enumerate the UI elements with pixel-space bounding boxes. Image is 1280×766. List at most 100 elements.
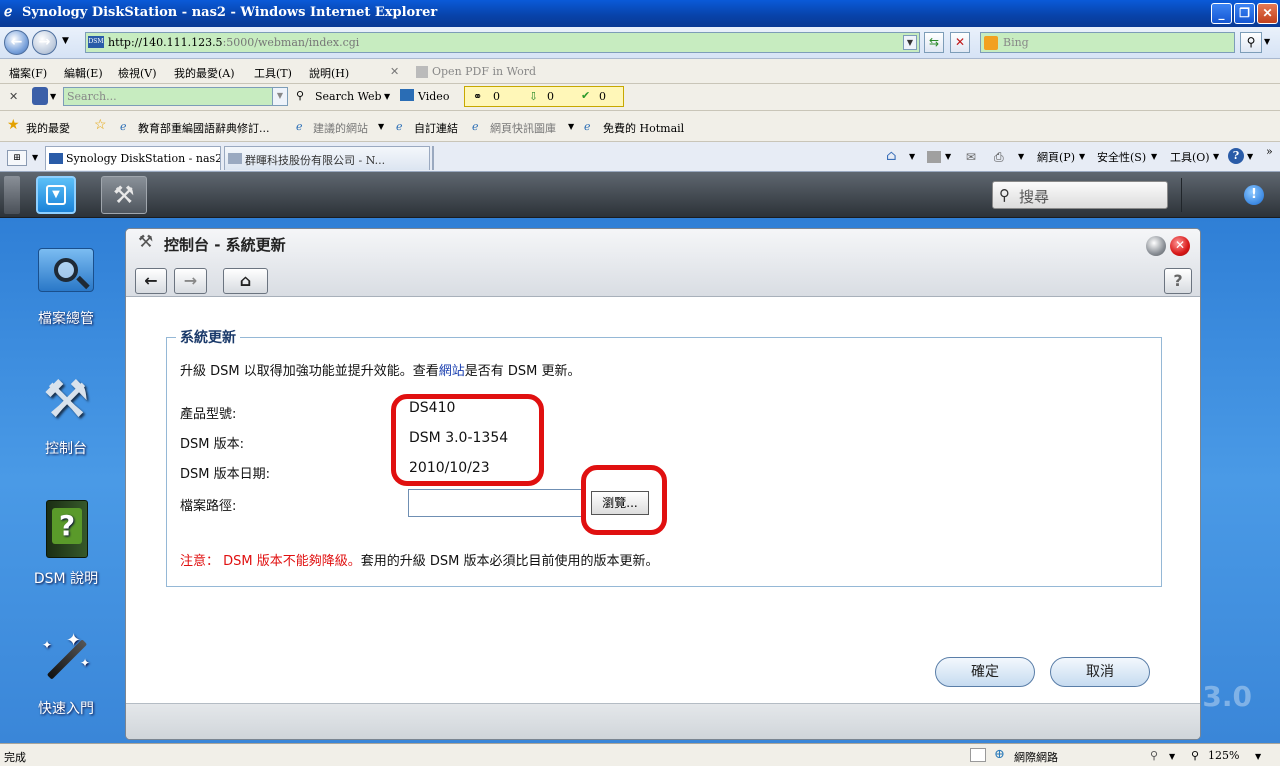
url-input[interactable]: DSM http://140.111.123.5:5000/webman/ind… [85,32,920,53]
help-icon: ? [1173,271,1183,290]
mail-icon[interactable]: ✉ [966,150,976,164]
menu-view[interactable]: 檢視(V) [118,65,157,81]
close-window-button[interactable]: ✕ [1257,3,1278,24]
search-web-dropdown-icon[interactable]: ▼ [384,92,390,101]
menu-file[interactable]: 檔案(F) [9,65,47,81]
tools-menu-dropdown-icon[interactable]: ▼ [1213,152,1219,161]
favorite-link-dictionary[interactable]: 教育部重編國語辭典修訂... [138,120,270,136]
url-dropdown-icon[interactable]: ▼ [903,35,917,50]
new-tab-button[interactable] [432,146,434,170]
rss-dropdown-icon[interactable]: ▼ [945,152,951,161]
tab-list-dropdown-icon[interactable]: ▼ [32,153,38,162]
search-icon: ⚲ [999,186,1010,204]
search-web-icon: ⚲ [296,89,305,102]
add-favorite-icon[interactable]: ☆ [94,117,107,133]
rss-feed-icon[interactable] [927,151,941,163]
search-icon[interactable]: ⚲ [1240,32,1262,53]
desktop-icon-control-panel[interactable]: ⚒ 控制台 [20,370,112,458]
close-toolbar-icon[interactable]: ✕ [9,90,18,103]
ok-button[interactable]: 確定 [935,657,1035,687]
help-icon[interactable]: ? [1228,148,1244,164]
menu-edit[interactable]: 編輯(E) [64,65,103,81]
stop-button[interactable]: ✕ [950,32,970,53]
taskbar-control-panel-button[interactable]: ⚒ [101,176,147,214]
close-window-button[interactable]: ✕ [1170,236,1190,256]
pdf-icon [416,66,428,78]
page-menu[interactable]: 網頁(P) [1037,149,1075,165]
status-text: 完成 [4,751,26,764]
file-browser-icon [36,240,96,300]
minimize-window-button[interactable] [1146,236,1166,256]
desktop-icon-quick-start[interactable]: ✦ ✦ ✦ 快速入門 [20,630,112,718]
toolbar-logo-icon[interactable] [32,87,48,105]
tools-icon: ⚒ [113,181,135,209]
quick-tabs-icon[interactable]: ⊞ [7,150,27,166]
window-title: Synology DiskStation - nas2 - Windows In… [22,5,438,20]
web-search-input[interactable]: Bing [980,32,1235,53]
favorite-link-hotmail[interactable]: 免費的 Hotmail [603,120,684,136]
toolbar-search-input[interactable]: Search... ▼ [63,87,288,106]
help-dropdown-icon[interactable]: ▼ [1247,152,1253,161]
counter-widget[interactable]: ⚭ 0 ⇩ 0 ✔ 0 [464,86,624,107]
home-icon[interactable]: ⌂ [886,148,897,164]
favorites-button[interactable]: 我的最愛 [26,120,70,136]
maximize-button[interactable]: ❐ [1234,3,1255,24]
tab-synology-diskstation[interactable]: Synology DiskStation - nas2 [45,146,221,170]
menu-help[interactable]: 說明(H) [309,65,349,81]
help-book-icon: ? [36,500,96,560]
desktop-icon-file-browser[interactable]: 檔案總管 [20,240,112,328]
print-dropdown-icon[interactable]: ▼ [1018,152,1024,161]
webslice-dropdown-icon[interactable]: ▼ [568,122,574,131]
favorite-link-suggested[interactable]: 建議的網站 [313,120,368,136]
back-nav-button[interactable]: ← [135,268,167,294]
history-dropdown-icon[interactable]: ▼ [62,36,69,46]
search-options-icon[interactable]: ▼ [1264,37,1270,46]
help-button[interactable]: ? [1164,268,1192,294]
menu-tools[interactable]: 工具(T) [254,65,292,81]
tab-synology-company[interactable]: 群暉科技股份有限公司 - N... [224,146,430,170]
search-web-button[interactable]: Search Web [315,90,382,103]
menu-favorites[interactable]: 我的最愛(A) [174,65,235,81]
favorite-link-webslice[interactable]: 網頁快訊圖庫 [490,120,556,136]
home-dropdown-icon[interactable]: ▼ [909,152,915,161]
page-menu-dropdown-icon[interactable]: ▼ [1079,152,1085,161]
desktop-icon-help[interactable]: ? DSM 說明 [20,500,112,588]
favorite-link-custom[interactable]: 自訂連結 [414,120,458,136]
desktop-icon-label: 檔案總管 [38,311,94,327]
zoom-level[interactable]: 125% [1208,749,1239,762]
video-icon [400,89,414,101]
minimize-button[interactable]: _ [1211,3,1232,24]
video-button[interactable]: Video [418,90,449,103]
file-path-input[interactable] [408,489,585,517]
control-panel-icon: ⚒ [42,370,90,430]
website-link[interactable]: 網站 [439,364,465,379]
zoom-dropdown-icon[interactable]: ▼ [1255,752,1261,761]
toolbar-logo-dropdown-icon[interactable]: ▼ [50,92,56,101]
refresh-button[interactable]: ⇆ [924,32,944,53]
chevron-down-icon: ▼ [46,185,66,205]
toolbar-search-placeholder: Search... [67,90,117,103]
print-icon[interactable]: ⎙ [994,150,1004,165]
suggested-dropdown-icon[interactable]: ▼ [378,122,384,131]
safety-menu[interactable]: 安全性(S) [1097,149,1146,165]
forward-button[interactable]: → [32,30,57,55]
bing-logo-icon [984,36,998,50]
favorites-bar: ★ 我的最愛 ☆ ℯ 教育部重編國語辭典修訂... ℯ 建議的網站 ▼ ℯ 自訂… [0,111,1280,142]
notification-icon[interactable]: ! [1244,185,1264,205]
desktop-icon-label: 快速入門 [38,701,94,717]
chevron-more-icon[interactable]: » [1266,145,1273,158]
safety-menu-dropdown-icon[interactable]: ▼ [1151,152,1157,161]
open-pdf-button[interactable]: Open PDF in Word [432,65,536,78]
ie-page-icon: ℯ [584,120,591,133]
annotation-highlight-info [391,394,544,486]
toolbar-search-dropdown-icon[interactable]: ▼ [272,88,287,105]
home-nav-button[interactable]: ⌂ [223,268,268,294]
forward-nav-button[interactable]: → [174,268,207,294]
main-menu-button[interactable]: ▼ [36,176,76,214]
tools-menu[interactable]: 工具(O) [1170,149,1210,165]
back-button[interactable]: ← [4,30,29,55]
zoom-options-icon[interactable]: ▼ [1169,752,1175,761]
dsm-search-input[interactable]: ⚲ 搜尋 [992,181,1168,209]
close-toolbar-icon[interactable]: ✕ [390,65,399,78]
cancel-button[interactable]: 取消 [1050,657,1150,687]
